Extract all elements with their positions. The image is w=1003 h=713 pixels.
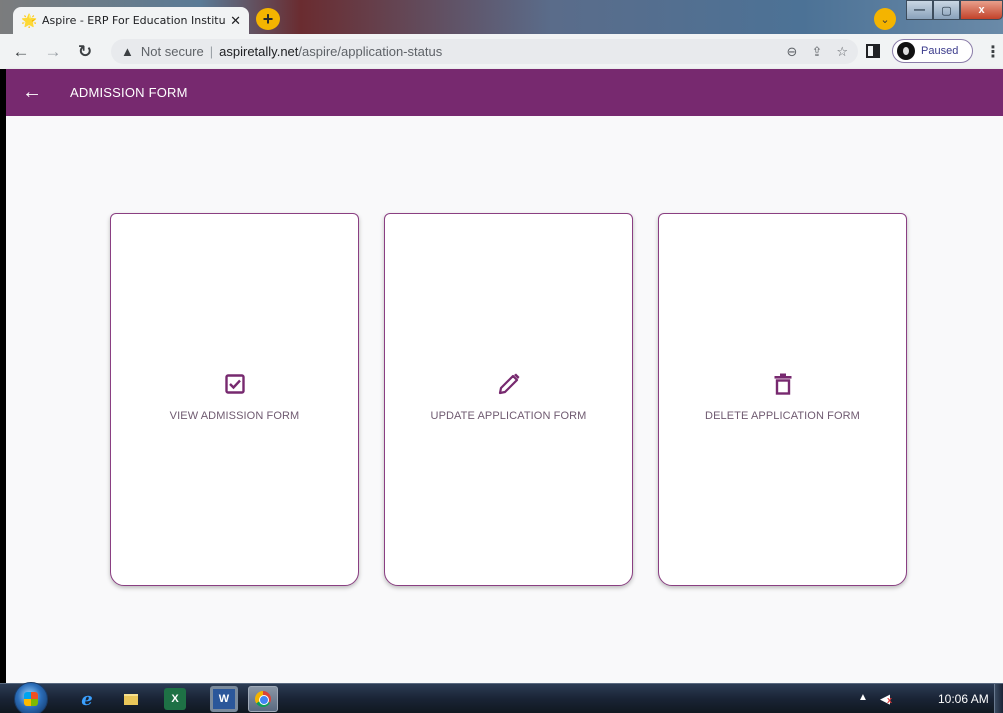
main-content: VIEW ADMISSION FORM UPDATE APPLICATION F… bbox=[6, 116, 1003, 683]
new-tab-button[interactable]: + bbox=[256, 8, 280, 30]
zoom-icon[interactable]: ⊖ bbox=[787, 44, 798, 60]
profile-status: Paused bbox=[921, 45, 959, 57]
chrome-icon[interactable] bbox=[248, 686, 278, 712]
show-hidden-icons[interactable]: ▲ bbox=[858, 692, 868, 703]
excel-icon[interactable]: X bbox=[164, 688, 186, 710]
security-status[interactable]: Not secure bbox=[141, 44, 204, 59]
forward-button[interactable]: → bbox=[41, 42, 65, 62]
browser-tab[interactable]: 🌟 Aspire - ERP For Education Institu ✕ bbox=[13, 7, 249, 34]
page-title: ADMISSION FORM bbox=[70, 85, 188, 100]
app-header: ← ADMISSION FORM bbox=[6, 69, 1003, 116]
reload-button[interactable]: ↻ bbox=[73, 42, 97, 62]
muted-mark: x bbox=[887, 695, 893, 705]
clock[interactable]: 10:06 AM bbox=[938, 692, 989, 706]
folder-icon[interactable] bbox=[120, 688, 142, 710]
profile-button[interactable]: Paused bbox=[892, 39, 973, 63]
start-button[interactable] bbox=[14, 682, 48, 713]
pencil-icon bbox=[498, 370, 520, 398]
browser-toolbar: ← → ↻ ▲ Not secure | aspiretally.net /as… bbox=[0, 34, 1003, 69]
show-desktop-button[interactable] bbox=[994, 684, 1003, 713]
aspire-favicon-icon: 🌟 bbox=[21, 12, 38, 28]
update-application-form-card[interactable]: UPDATE APPLICATION FORM bbox=[384, 213, 633, 586]
url-path: /aspire/application-status bbox=[298, 44, 443, 59]
tab-title: Aspire - ERP For Education Institu bbox=[42, 14, 226, 27]
card-label: DELETE APPLICATION FORM bbox=[705, 409, 860, 422]
address-separator: | bbox=[209, 44, 214, 59]
view-admission-form-card[interactable]: VIEW ADMISSION FORM bbox=[110, 213, 359, 586]
tab-search-button[interactable]: ⌄ bbox=[874, 8, 896, 30]
address-bar[interactable]: ▲ Not secure | aspiretally.net /aspire/a… bbox=[111, 39, 858, 64]
card-label: UPDATE APPLICATION FORM bbox=[430, 409, 587, 422]
browser-titlebar: 🌟 Aspire - ERP For Education Institu ✕ +… bbox=[0, 0, 1003, 34]
word-icon[interactable]: W bbox=[210, 686, 238, 712]
bookmark-star-icon[interactable]: ☆ bbox=[836, 44, 848, 60]
minimize-button[interactable]: — bbox=[906, 0, 933, 20]
check-square-icon bbox=[224, 370, 245, 398]
window-controls: — ▢ x bbox=[906, 0, 1003, 20]
maximize-button[interactable]: ▢ bbox=[933, 0, 960, 20]
close-window-button[interactable]: x bbox=[960, 0, 1003, 20]
ie-icon[interactable]: e bbox=[76, 688, 98, 710]
tab-close-icon[interactable]: ✕ bbox=[230, 13, 241, 29]
back-arrow-icon[interactable]: ← bbox=[22, 81, 46, 104]
address-bar-actions: ⊖ ⇪ ☆ bbox=[787, 44, 848, 60]
volume-muted-icon[interactable]: ◀x bbox=[880, 691, 892, 707]
delete-application-form-card[interactable]: DELETE APPLICATION FORM bbox=[658, 213, 907, 586]
card-label: VIEW ADMISSION FORM bbox=[169, 409, 300, 422]
trash-icon bbox=[774, 370, 792, 398]
windows-taskbar: e X W ▲ ◀x 10:06 AM bbox=[0, 682, 1003, 713]
avatar bbox=[897, 42, 915, 60]
side-panel-icon[interactable] bbox=[866, 44, 880, 58]
browser-menu-icon[interactable]: ⋮ bbox=[985, 42, 1001, 62]
back-button[interactable]: ← bbox=[9, 42, 33, 62]
share-icon[interactable]: ⇪ bbox=[811, 44, 822, 60]
not-secure-warning-icon[interactable]: ▲ bbox=[121, 44, 134, 59]
url-host: aspiretally.net bbox=[219, 44, 299, 59]
